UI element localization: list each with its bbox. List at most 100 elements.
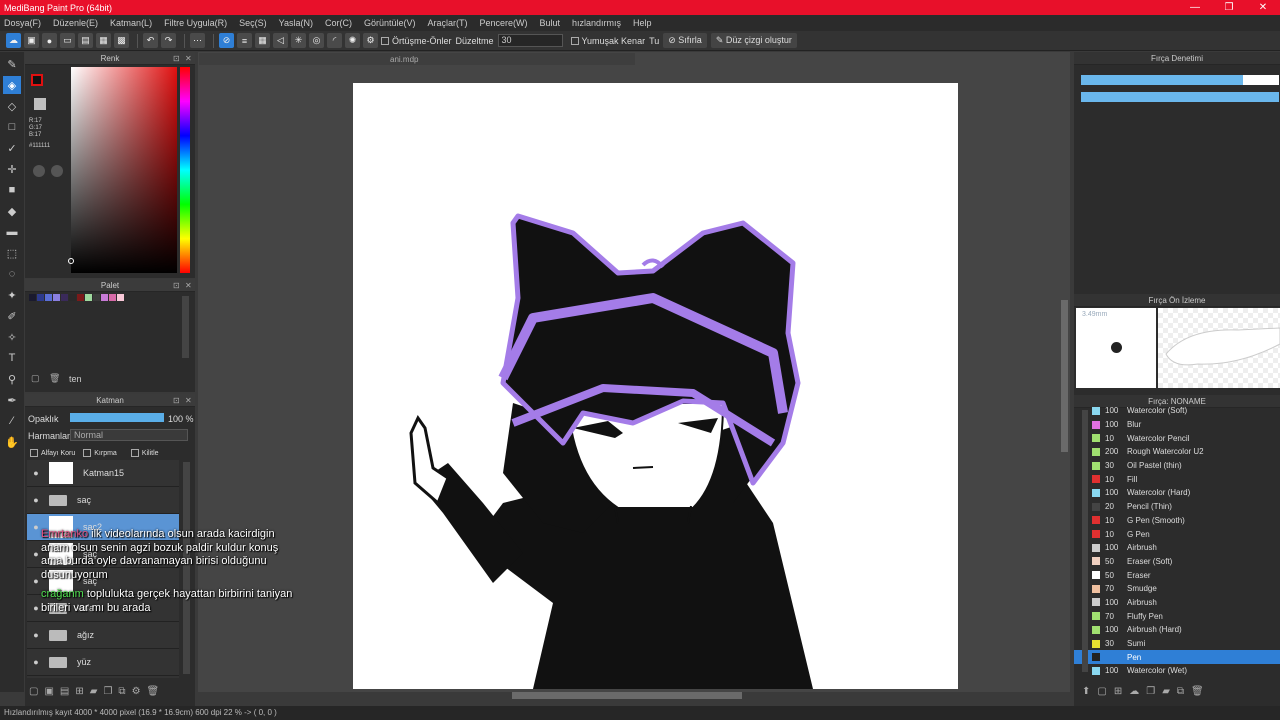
panel-close-icon[interactable]: ✕ [185,396,192,405]
brush-delete-icon[interactable]: 🗑 [1191,686,1204,697]
palette-swatch[interactable] [93,294,100,301]
shape-tool-icon[interactable]: □ [3,118,21,136]
overlap-checkbox[interactable] [381,36,389,45]
eyedropper-tool-icon[interactable]: ⁄ [3,412,21,430]
brush-list-item[interactable]: 70 Fluffy Pen [1074,609,1280,623]
brush-list-item[interactable]: 100 Blur [1074,418,1280,432]
minimize-button[interactable]: — [1178,2,1212,13]
new-layer-icon[interactable]: ▢ [29,686,38,697]
brush-list-item[interactable]: 200 Rough Watercolor U2 [1074,445,1280,459]
bucket-tool-icon[interactable]: ◆ [3,202,21,220]
brush-list-item[interactable]: 70 Smudge [1074,582,1280,596]
select-tool-icon[interactable]: ⬚ [3,244,21,262]
palette-swatch[interactable] [109,294,116,301]
fill-rect-tool-icon[interactable]: ■ [3,181,21,199]
snap-settings-icon[interactable]: ✺ [345,33,360,48]
panel-undock-icon[interactable]: ⊡ [173,54,180,63]
brush-list-item[interactable]: 100 Watercolor (Soft) [1074,404,1280,418]
magic-wand-tool-icon[interactable]: ✦ [3,286,21,304]
palette-swatch[interactable] [77,294,84,301]
snap-curve-icon[interactable]: ◜ [327,33,342,48]
selection-icon[interactable]: ⋯ [190,33,205,48]
brush-list-item[interactable]: 10 G Pen (Smooth) [1074,514,1280,528]
menu-layer[interactable]: Katman(L) [110,18,152,28]
menu-tools[interactable]: Araçlar(T) [427,18,467,28]
background-color-swatch[interactable] [34,98,46,110]
reset-button[interactable]: ⊘ Sıfırla [663,33,707,48]
delete-layer-icon[interactable]: 🗑 [147,686,160,697]
move-tool-icon[interactable]: ✛ [3,160,21,178]
undo-icon[interactable]: ↶ [143,33,158,48]
snap-circle-icon[interactable]: ◎ [309,33,324,48]
palette-swatch[interactable] [37,294,44,301]
blend-select[interactable]: Normal [70,429,188,441]
brush-list-item[interactable]: 100 Watercolor (Hard) [1074,486,1280,500]
brush-folder-icon[interactable]: ▰ [1162,686,1170,697]
snap-grid-icon[interactable]: ▦ [255,33,270,48]
alpha-lock-checkbox[interactable] [30,449,38,457]
window-icon[interactable]: ▭ [60,33,75,48]
eraser-tool-icon[interactable]: ◈ [3,76,21,94]
palette-swatch[interactable] [61,294,68,301]
brush-list-item[interactable]: Pen [1074,650,1280,665]
restore-button[interactable]: ❐ [1212,2,1246,13]
layer-add-menu-icon[interactable]: ⊞ [75,686,83,697]
select-pen-tool-icon[interactable]: ✐ [3,307,21,325]
saturation-value-field[interactable] [71,67,177,273]
menu-file[interactable]: Dosya(F) [4,18,41,28]
color-wheel-icon[interactable] [51,165,63,177]
brush-list-item[interactable]: 100 Airbrush [1074,596,1280,610]
palette-add-icon[interactable]: ▢ [31,373,40,384]
brush-list-item[interactable]: 50 Eraser (Soft) [1074,555,1280,569]
foreground-color-swatch[interactable] [31,74,43,86]
panel-close-icon[interactable]: ✕ [185,281,192,290]
palette-swatch[interactable] [45,294,52,301]
layer-row[interactable]: ● ağız [27,622,179,649]
eye-icon[interactable]: ● [31,630,41,640]
palette-delete-icon[interactable]: 🗑 [49,373,60,384]
soft-edge-checkbox[interactable] [570,36,579,45]
palette-swatch[interactable] [69,294,76,301]
new-folder-icon[interactable]: ▰ [90,686,98,697]
hand-tool-icon[interactable]: ✋ [3,433,21,451]
drawing-paper[interactable] [353,83,958,689]
palette-swatch[interactable] [85,294,92,301]
layer-settings-icon[interactable]: ⚙ [132,686,141,697]
eye-icon[interactable]: ● [31,603,41,613]
brush-cloud-icon[interactable]: ☁ [1129,686,1139,697]
comment-icon[interactable]: ● [42,33,57,48]
opacity-slider[interactable] [70,413,164,422]
palette-swatch[interactable] [53,294,60,301]
new-halftone-layer-icon[interactable]: ▣ [44,686,53,697]
menu-edit[interactable]: Düzenle(E) [53,18,98,28]
panel-undock-icon[interactable]: ⊡ [173,281,180,290]
brush-list-item[interactable]: 10 Watercolor Pencil [1074,431,1280,445]
divide-tool-icon[interactable]: ✒ [3,391,21,409]
clip-checkbox[interactable] [83,449,92,457]
menu-cloud[interactable]: Bulut [540,18,561,28]
panel-undock-icon[interactable]: ⊡ [173,396,180,405]
operation-tool-icon[interactable]: ⚲ [3,370,21,388]
pen-tool-icon[interactable]: ✓ [3,139,21,157]
layer-row[interactable]: ● yüz [27,649,179,676]
menu-speed[interactable]: hızlandırmış [572,18,621,28]
snap-vanish-icon[interactable]: ◁ [273,33,288,48]
brush-list-item[interactable]: 10 Fill [1074,472,1280,486]
brush-opacity-slider[interactable] [1081,92,1279,102]
brush-list-scrollbar[interactable] [1082,410,1088,672]
palette-scrollbar[interactable] [182,296,189,358]
snap-parallel-icon[interactable]: ≡ [237,33,252,48]
save-icon[interactable]: ▣ [24,33,39,48]
eye-icon[interactable]: ● [31,495,41,505]
brush-up-icon[interactable]: ⬆ [1082,686,1090,697]
palette-name[interactable]: ten [69,374,82,384]
canvas-vscrollbar[interactable] [1061,300,1068,452]
palette-swatch[interactable] [117,294,124,301]
gradient-tool-icon[interactable]: ▬ [3,223,21,241]
brush-list-item[interactable]: 30 Oil Pastel (thin) [1074,459,1280,473]
eye-icon[interactable]: ● [31,468,41,478]
correction-select[interactable]: 30 [497,34,563,47]
page-icon[interactable]: ▤ [78,33,93,48]
brush-list-item[interactable]: 100 Airbrush (Hard) [1074,623,1280,637]
snap-radial-icon[interactable]: ✳ [291,33,306,48]
